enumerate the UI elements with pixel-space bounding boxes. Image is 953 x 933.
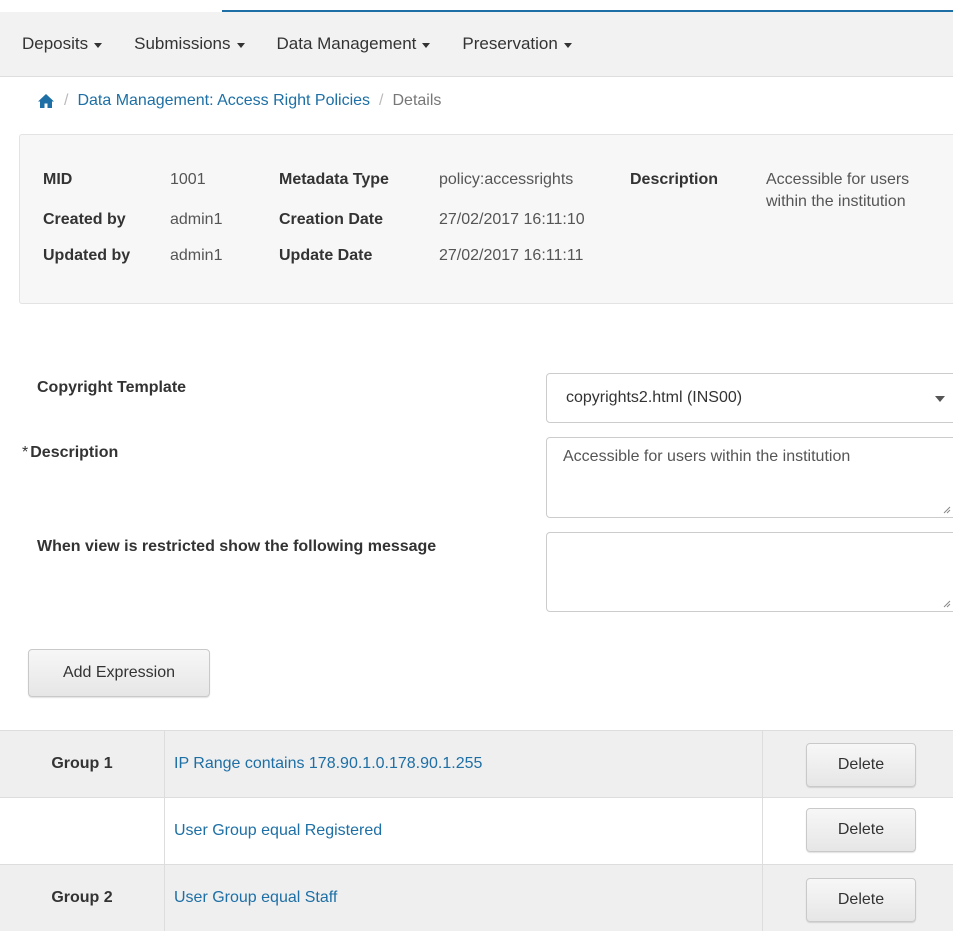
nav-submissions-label: Submissions (134, 34, 231, 53)
action-cell: Delete (763, 731, 953, 797)
delete-button[interactable]: Delete (806, 808, 916, 852)
metadata-type-value: policy:accessrights (439, 171, 574, 188)
creation-date-value: 27/02/2017 16:11:10 (439, 211, 585, 228)
update-date-label: Update Date (279, 247, 373, 264)
caret-down-icon (563, 42, 572, 48)
copyright-template-select[interactable]: copyrights2.html (INS00) (546, 373, 953, 423)
table-row: Group 2 User Group equal Staff Delete (0, 864, 953, 931)
restricted-message-label: When view is restricted show the followi… (37, 538, 437, 555)
nav-deposits-label: Deposits (22, 34, 89, 53)
expression-link[interactable]: User Group equal Staff (165, 865, 763, 931)
delete-button[interactable]: Delete (806, 878, 916, 922)
caret-down-icon (935, 396, 945, 402)
created-by-value: admin1 (170, 211, 223, 228)
description-field-label-text: Description (30, 444, 119, 461)
action-cell: Delete (763, 798, 953, 864)
resize-handle-icon[interactable] (943, 506, 951, 514)
metadata-type-label: Metadata Type (279, 171, 389, 188)
breadcrumb: / Data Management: Access Right Policies… (19, 77, 953, 124)
creation-date-label: Creation Date (279, 211, 384, 228)
action-cell: Delete (763, 865, 953, 931)
nav-data-management-label: Data Management (276, 34, 417, 53)
description-textarea-value: Accessible for users within the institut… (563, 448, 851, 465)
group-cell: Group 1 (0, 731, 165, 797)
caret-down-icon (94, 42, 103, 48)
copyright-template-value: copyrights2.html (INS00) (566, 389, 743, 406)
breadcrumb-current: Details (392, 91, 442, 109)
table-row: User Group equal Registered Delete (0, 797, 953, 864)
caret-down-icon (236, 42, 245, 48)
expression-link[interactable]: User Group equal Registered (165, 798, 763, 864)
mid-value: 1001 (170, 171, 206, 188)
description-textarea[interactable]: Accessible for users within the institut… (546, 437, 953, 518)
nav-preservation-label: Preservation (462, 34, 558, 53)
copyright-template-label: Copyright Template (37, 379, 187, 396)
nav-preservation[interactable]: Preservation (446, 12, 587, 76)
delete-button[interactable]: Delete (806, 743, 916, 787)
delete-label: Delete (837, 756, 885, 773)
add-expression-button[interactable]: Add Expression (28, 649, 210, 697)
nav-deposits[interactable]: Deposits (6, 12, 118, 76)
description-label: Description (630, 171, 719, 188)
group-cell (0, 798, 165, 864)
resize-handle-icon[interactable] (943, 600, 951, 608)
nav-data-management[interactable]: Data Management (261, 12, 447, 76)
description-value-line2: within the institution (766, 193, 906, 210)
created-by-label: Created by (43, 211, 126, 228)
updated-by-label: Updated by (43, 247, 131, 264)
breadcrumb-separator: / (64, 91, 69, 109)
breadcrumb-link-access-right-policies[interactable]: Data Management: Access Right Policies (77, 92, 370, 110)
main-navbar: Deposits Submissions Data Management Pre… (0, 12, 953, 77)
table-row: Group 1 IP Range contains 178.90.1.0.178… (0, 730, 953, 797)
restricted-message-textarea[interactable] (546, 532, 953, 612)
expression-link[interactable]: IP Range contains 178.90.1.0.178.90.1.25… (165, 731, 763, 797)
nav-submissions[interactable]: Submissions (118, 12, 260, 76)
breadcrumb-separator: / (379, 91, 384, 109)
add-expression-label: Add Expression (62, 664, 176, 681)
home-icon[interactable] (37, 93, 55, 109)
details-panel: MID 1001 Metadata Type policy:accessrigh… (19, 134, 953, 304)
caret-down-icon (422, 42, 431, 48)
description-field-label: * Description (22, 444, 118, 462)
delete-label: Delete (837, 891, 885, 908)
description-value-line1: Accessible for users (766, 171, 910, 188)
mid-label: MID (43, 171, 73, 188)
group-cell: Group 2 (0, 865, 165, 931)
update-date-value: 27/02/2017 16:11:11 (439, 247, 584, 264)
required-asterisk: * (22, 444, 29, 461)
updated-by-value: admin1 (170, 247, 223, 264)
delete-label: Delete (837, 821, 885, 838)
